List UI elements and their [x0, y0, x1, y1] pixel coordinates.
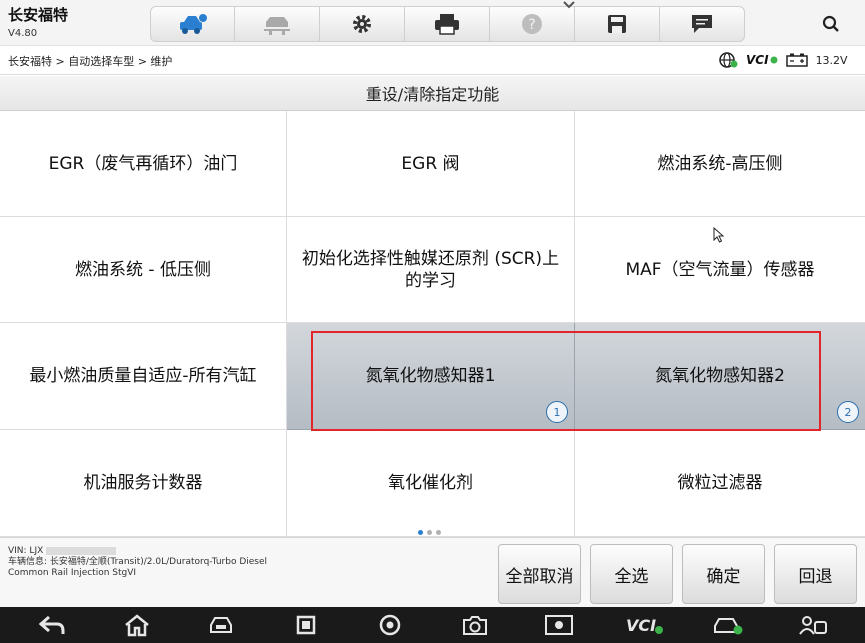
network-globe-icon — [719, 52, 738, 68]
vin-redacted — [46, 546, 117, 555]
status-area: VCI 13.2V — [718, 51, 848, 69]
home-car-icon — [179, 14, 207, 34]
function-label: EGR（废气再循环）油门 — [48, 153, 238, 174]
breadcrumb-bar: 长安福特 > 自动选择车型 > 维护 VCI 13.2V — [0, 46, 865, 75]
remote-support-icon — [798, 616, 827, 635]
print-button[interactable] — [405, 6, 490, 42]
home-nav-button[interactable] — [117, 610, 157, 640]
save-button[interactable] — [575, 6, 660, 42]
vehicle-status-nav-button[interactable] — [708, 610, 748, 640]
selection-order-badge: 2 — [837, 401, 859, 423]
back-button[interactable]: 回退 — [774, 544, 857, 604]
footer-bar: VIN: LJX 车辆信息: 长安福特/全顺(Transit)/2.0L/Dur… — [0, 537, 865, 607]
brand-block: 长安福特 V4.80 — [8, 6, 68, 41]
function-label: 氧化催化剂 — [388, 473, 473, 493]
back-arrow-icon — [38, 615, 65, 634]
vehicle-info: VIN: LJX 车辆信息: 长安福特/全顺(Transit)/2.0L/Dur… — [8, 546, 288, 579]
message-icon — [692, 15, 712, 33]
function-label: 氮氧化物感知器1 — [365, 366, 496, 386]
cancel-all-button[interactable]: 全部取消 — [498, 544, 581, 604]
svg-text:VCI: VCI — [626, 616, 656, 635]
function-cell-oil-service-counter[interactable]: 机油服务计数器 — [0, 430, 287, 537]
car-diagnostic-icon — [210, 617, 233, 633]
version-label: V4.80 — [8, 28, 38, 39]
message-button[interactable] — [660, 6, 745, 42]
vci-nav-button[interactable]: VCI — [624, 610, 664, 640]
select-all-button[interactable]: 全选 — [590, 544, 673, 604]
recent-apps-icon — [296, 615, 315, 635]
breadcrumb: 长安福特 > 自动选择车型 > 维护 — [8, 55, 173, 68]
function-cell-min-fuel-adaptation[interactable]: 最小燃油质量自适应-所有汽缸 — [0, 323, 287, 430]
help-button[interactable]: ? — [490, 6, 575, 42]
function-label: 微粒过滤器 — [677, 473, 763, 493]
function-label: MAF（空气流量）传感器 — [625, 259, 815, 280]
title-bar: 重设/清除指定功能 — [0, 76, 865, 111]
battery-icon — [785, 53, 808, 67]
browser-nav-button[interactable] — [370, 610, 410, 640]
printer-icon — [435, 14, 459, 35]
function-cell-egr-throttle[interactable]: EGR（废气再循环）油门 — [0, 111, 287, 217]
chevron-down-icon[interactable] — [562, 0, 576, 10]
function-cell-nox-sensor-2[interactable]: 氮氧化物感知器2 2 — [575, 323, 865, 430]
brightness-nav-button[interactable] — [539, 610, 579, 640]
page-dot-active — [418, 530, 423, 535]
function-cell-maf-sensor[interactable]: MAF（空气流量）传感器 — [575, 217, 865, 323]
function-cell-fuel-low-pressure[interactable]: 燃油系统 - 低压侧 — [0, 217, 287, 323]
function-label: 氮氧化物感知器2 — [655, 366, 785, 386]
page-title: 重设/清除指定功能 — [365, 85, 500, 104]
main-toolbar: ? — [150, 6, 747, 42]
vci-label: VCI — [746, 53, 769, 67]
function-cell-fuel-high-pressure[interactable]: 燃油系统-高压侧 — [575, 111, 865, 217]
vehicle-info-line1: 车辆信息: 长安福特/全顺(Transit)/2.0L/Duratorq-Tur… — [8, 557, 268, 567]
system-nav-bar: VCI — [0, 607, 865, 643]
home-car-button[interactable] — [150, 6, 235, 42]
back-nav-button[interactable] — [32, 610, 72, 640]
selection-order-badge: 1 — [546, 401, 568, 423]
camera-icon — [462, 616, 487, 635]
function-cell-oxidation-catalyst[interactable]: 氧化催化剂 — [287, 430, 575, 537]
battery-voltage: 13.2V — [815, 53, 848, 67]
page-dot — [436, 530, 441, 535]
function-label: 燃油系统-高压侧 — [657, 153, 783, 174]
browser-icon — [380, 614, 401, 636]
vehicle-lift-icon — [264, 17, 290, 35]
search-button[interactable] — [818, 11, 844, 37]
vci-connected-icon — [770, 56, 778, 64]
settings-gear-icon — [353, 15, 371, 33]
remote-support-nav-button[interactable] — [793, 610, 833, 640]
function-label: EGR 阀 — [401, 153, 460, 174]
page-dot — [427, 530, 432, 535]
function-cell-scr-learning[interactable]: 初始化选择性触媒还原剂 (SCR)上的学习 — [287, 217, 575, 323]
help-icon: ? — [522, 14, 542, 34]
vin-label: VIN: LJX — [8, 546, 44, 556]
camera-nav-button[interactable] — [455, 610, 495, 640]
function-label: 初始化选择性触媒还原剂 (SCR)上的学习 — [301, 248, 560, 291]
brightness-icon — [545, 615, 574, 635]
function-cell-egr-valve[interactable]: EGR 阀 — [287, 111, 575, 217]
vci-icon: VCI — [626, 616, 663, 635]
confirm-button[interactable]: 确定 — [682, 544, 765, 604]
function-label: 燃油系统 - 低压侧 — [75, 259, 211, 280]
settings-button[interactable] — [320, 6, 405, 42]
search-icon — [822, 15, 839, 32]
function-cell-particulate-filter[interactable]: 微粒过滤器 — [575, 430, 865, 537]
page-indicator — [418, 530, 441, 535]
brand-name: 长安福特 — [8, 6, 69, 24]
vehicle-lift-button[interactable] — [235, 6, 320, 42]
function-label: 最小燃油质量自适应-所有汽缸 — [29, 366, 257, 386]
vehicle-info-line2: Common Rail Injection StgVI — [8, 568, 137, 578]
save-icon — [608, 15, 626, 33]
home-icon — [124, 614, 149, 637]
car-status-icon — [714, 618, 743, 635]
function-cell-nox-sensor-1[interactable]: 氮氧化物感知器1 1 — [287, 323, 575, 430]
vci-status: VCI — [746, 53, 778, 67]
mouse-cursor-icon — [713, 227, 725, 243]
app-window: 长安福特 V4.80 ? 长安福特 > 自动选择车型 > 维护 VCI 13.2… — [0, 0, 865, 643]
svg-text:?: ? — [528, 17, 535, 33]
function-grid: EGR（废气再循环）油门 EGR 阀 燃油系统-高压侧 燃油系统 - 低压侧 初… — [0, 111, 865, 537]
top-bar: 长安福特 V4.80 ? — [0, 0, 865, 46]
recent-apps-nav-button[interactable] — [286, 610, 326, 640]
function-label: 机油服务计数器 — [83, 473, 203, 493]
diagnostics-nav-button[interactable] — [201, 610, 241, 640]
